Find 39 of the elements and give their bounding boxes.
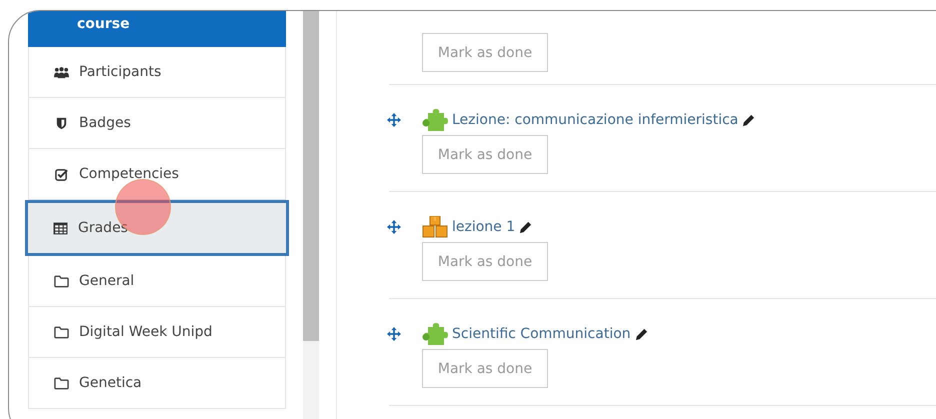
sidebar-item[interactable]: Digital Week Unipd: [28, 307, 286, 358]
pencil-icon[interactable]: [742, 114, 756, 126]
sidebar-item[interactable]: Participants: [28, 47, 286, 98]
activity-link[interactable]: Lezione: communicazione infermieristica: [452, 112, 738, 128]
sidebar-item[interactable]: Competencies: [28, 149, 286, 200]
boxes-icon: [422, 216, 448, 238]
checkbox-icon: [54, 168, 69, 180]
folder-icon: [54, 326, 69, 338]
move-icon[interactable]: [387, 220, 401, 234]
scrollbar-thumb[interactable]: [303, 11, 319, 341]
folder-icon: [54, 274, 69, 288]
people-icon: [54, 66, 69, 78]
puzzle-icon: [422, 323, 448, 345]
item-label: Participants: [79, 64, 162, 80]
table-icon: [53, 222, 68, 234]
sidebar-item[interactable]: Grades: [25, 200, 289, 256]
item-label: General: [79, 273, 134, 289]
shield-icon: [54, 116, 69, 130]
mark-as-done-button[interactable]: Mark as done: [422, 135, 548, 174]
item-label: Digital Week Unipd: [79, 324, 212, 340]
sidebar-item[interactable]: Badges: [28, 98, 286, 149]
mark-as-done-button[interactable]: Mark as done: [422, 242, 548, 281]
puzzle-icon: [422, 109, 448, 131]
mark-as-done-button[interactable]: Mark as done: [422, 349, 548, 388]
item-label: Genetica: [79, 375, 142, 391]
sidebar-item[interactable]: Genetica: [28, 358, 286, 409]
item-label: Badges: [79, 115, 131, 131]
item-label: Grades: [78, 220, 128, 236]
folder-icon: [54, 376, 69, 390]
mark-as-done-button[interactable]: Mark as done: [422, 33, 548, 72]
course-header[interactable]: course: [28, 11, 286, 47]
sidebar-item[interactable]: General: [28, 256, 286, 307]
move-icon[interactable]: [387, 327, 401, 341]
activity-link[interactable]: Scientific Communication: [452, 326, 631, 342]
activity-link[interactable]: lezione 1: [452, 219, 516, 235]
item-label: Competencies: [79, 166, 179, 182]
move-icon[interactable]: [387, 113, 401, 127]
pencil-icon[interactable]: [519, 220, 532, 234]
pencil-icon[interactable]: [634, 328, 648, 340]
